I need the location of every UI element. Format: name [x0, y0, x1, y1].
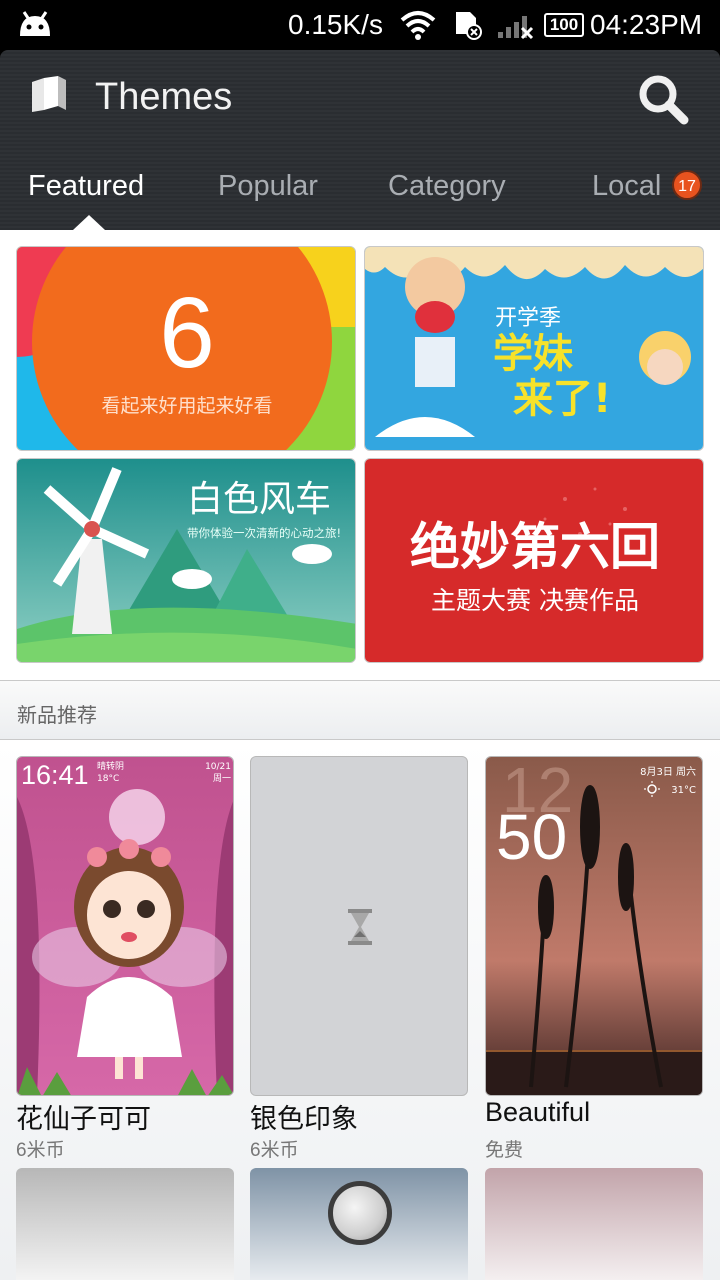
banner-white-windmill[interactable]: 白色风车 带你体验一次清新的心动之旅! — [16, 458, 356, 663]
search-icon[interactable] — [636, 72, 692, 133]
banner-school-line3: 来了! — [513, 376, 611, 422]
fairy-temp: 18°C — [97, 774, 119, 784]
section-title: 新品推荐 — [17, 705, 97, 727]
banner-theme-contest[interactable]: 绝妙第六回 主题大赛 决赛作品 — [364, 458, 704, 663]
beautiful-minute: 50 — [496, 801, 567, 873]
clock: 04:23PM — [590, 9, 703, 40]
sim-card-icon — [452, 10, 486, 45]
beautiful-date: 8月3日 周六 — [640, 766, 696, 778]
section-header-new-arrivals: 新品推荐 — [0, 680, 720, 740]
banner-school-season[interactable]: 开学季 学妹 来了! — [364, 246, 704, 451]
theme-price: 6米币 — [250, 1140, 299, 1161]
banner-school-line2: 学妹 — [493, 331, 573, 377]
fairy-weekday: 周一 — [213, 773, 231, 784]
theme-price: 免费 — [485, 1140, 524, 1161]
featured-content: 6 看起来好用起来好看 开学季 学妹 来了! 白色风车 带你体验一次清新的心动之… — [0, 230, 720, 1280]
theme-thumbnail-loading[interactable] — [250, 756, 468, 1096]
app-header: Themes Featured Popular Category Local 1… — [0, 50, 720, 230]
tab-category[interactable]: Category — [388, 170, 506, 203]
tab-bar: Featured Popular Category Local — [0, 160, 720, 230]
theme-name: 花仙子可可 — [16, 1104, 151, 1134]
theme-name: 银色印象 — [250, 1104, 358, 1134]
fairy-date: 10/21 — [205, 762, 231, 772]
banner-miui6-caption: 看起来好用起来好看 — [101, 395, 272, 417]
tab-popular[interactable]: Popular — [218, 170, 318, 203]
local-count-badge: 17 — [672, 170, 702, 200]
theme-thumbnail-beautiful[interactable]: 12 50 8月3日 周六 31°C — [485, 756, 703, 1096]
network-speed: 0.15K/s — [288, 9, 383, 40]
banner-miui6-number: 6 — [159, 277, 215, 389]
battery-indicator: 100 — [544, 13, 584, 37]
wifi-icon — [400, 10, 436, 45]
fairy-weather: 晴转阴 — [97, 760, 124, 772]
hourglass-icon — [348, 909, 372, 945]
banner-miui6[interactable]: 6 看起来好用起来好看 — [16, 246, 356, 451]
beautiful-temp: 31°C — [671, 785, 696, 796]
theme-card-partial[interactable] — [16, 1168, 234, 1280]
banner-contest-subtitle: 主题大赛 决赛作品 — [431, 586, 639, 615]
theme-price: 6米币 — [16, 1140, 65, 1161]
banner-school-line1: 开学季 — [495, 306, 561, 331]
theme-name: Beautiful — [485, 1097, 591, 1127]
fairy-lock-time: 16:41 — [21, 760, 89, 790]
tab-local[interactable]: Local — [592, 170, 661, 203]
themes-book-icon — [28, 74, 70, 119]
page-title: Themes — [95, 76, 233, 118]
theme-thumbnail-fairy[interactable]: 16:41 晴转阴 18°C 10/21 周一 — [16, 756, 234, 1096]
active-tab-indicator — [73, 215, 105, 230]
tab-featured[interactable]: Featured — [28, 170, 144, 203]
banner-windmill-subtitle: 带你体验一次清新的心动之旅! — [187, 526, 341, 540]
android-icon — [16, 10, 54, 43]
signal-icon — [496, 12, 536, 45]
theme-card-partial[interactable] — [485, 1168, 703, 1280]
status-bar: 0.15K/s 100 04:23PM — [0, 0, 720, 50]
banner-windmill-title: 白色风车 — [187, 479, 331, 520]
banner-contest-title: 绝妙第六回 — [410, 517, 660, 576]
loading-spinner — [328, 1181, 392, 1245]
